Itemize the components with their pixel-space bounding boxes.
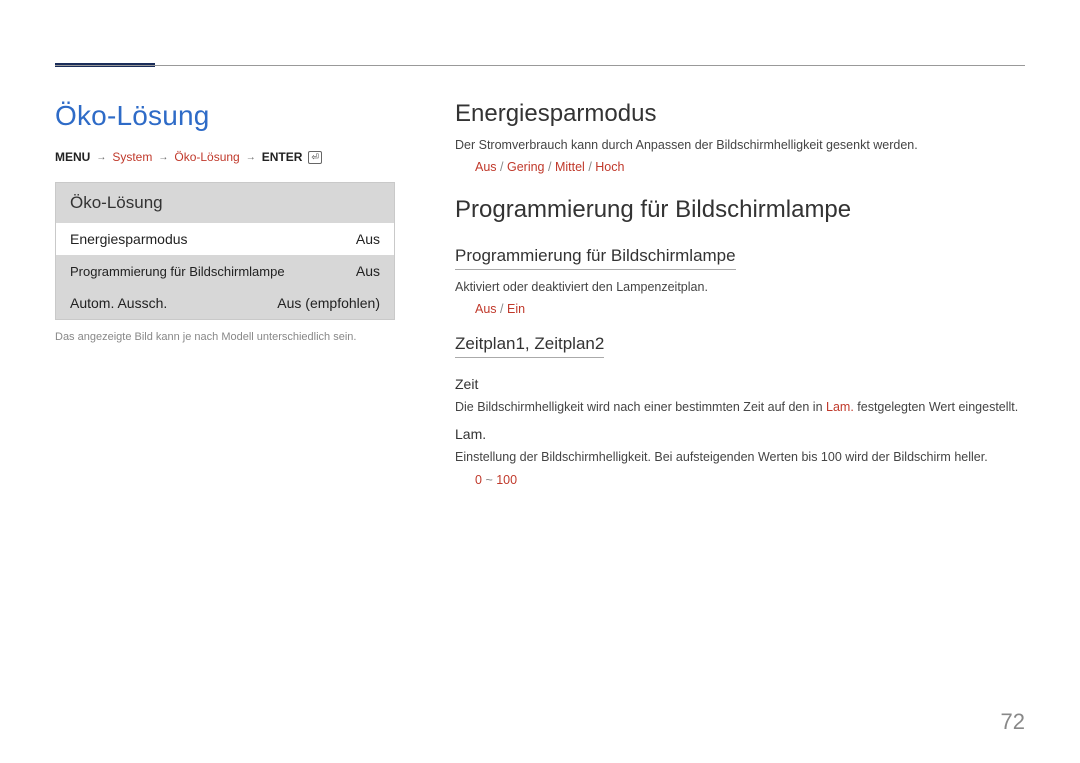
breadcrumb: MENU → System → Öko-Lösung → ENTER ⏎ [55, 150, 395, 164]
option-aus: Aus [475, 160, 497, 174]
arrow-icon: → [158, 152, 168, 163]
desc-zeit-post: festgelegten Wert eingestellt. [854, 400, 1018, 414]
header-rule [55, 65, 1025, 66]
breadcrumb-system: System [112, 150, 152, 164]
image-disclaimer: Das angezeigte Bild kann je nach Modell … [55, 330, 395, 345]
desc-zeit-lam: Lam. [826, 400, 854, 414]
option-gering: Gering [507, 160, 545, 174]
desc-lam: Einstellung der Bildschirmhelligkeit. Be… [455, 448, 1025, 466]
osd-row-value: Aus [356, 263, 380, 279]
arrow-icon: → [96, 152, 106, 163]
option-0: 0 [475, 473, 482, 487]
osd-title: Öko-Lösung [56, 183, 394, 223]
osd-row-value: Aus (empfohlen) [277, 295, 380, 311]
enter-icon: ⏎ [308, 151, 322, 164]
osd-row-bildschirmlampe: Programmierung für Bildschirmlampe Aus [56, 255, 394, 287]
left-column: Öko-Lösung MENU → System → Öko-Lösung → … [55, 100, 395, 491]
options-lam: 0 ~ 100 [455, 473, 1025, 487]
option-sep: / [500, 160, 507, 174]
right-column: Energiesparmodus Der Stromverbrauch kann… [455, 100, 1025, 491]
option-sep: / [548, 160, 555, 174]
option-sep: / [500, 302, 507, 316]
heading-bildschirmlampe: Programmierung für Bildschirmlampe [455, 196, 1025, 224]
options-energiesparmodus: Aus / Gering / Mittel / Hoch [455, 160, 1025, 174]
option-mittel: Mittel [555, 160, 585, 174]
desc-energiesparmodus: Der Stromverbrauch kann durch Anpassen d… [455, 136, 1025, 154]
osd-row-label: Programmierung für Bildschirmlampe [70, 264, 285, 279]
osd-row-label: Energiesparmodus [70, 231, 188, 247]
osd-row-label: Autom. Aussch. [70, 295, 167, 311]
options-bildschirmlampe: Aus / Ein [455, 302, 1025, 316]
subheading-zeitplan: Zeitplan1, Zeitplan2 [455, 334, 604, 358]
subheading-bildschirmlampe: Programmierung für Bildschirmlampe [455, 246, 736, 270]
option-aus: Aus [475, 302, 497, 316]
option-100: 100 [496, 473, 517, 487]
option-hoch: Hoch [595, 160, 624, 174]
breadcrumb-eco: Öko-Lösung [174, 150, 239, 164]
osd-row-value: Aus [356, 231, 380, 247]
option-tilde: ~ [485, 473, 492, 487]
heading-energiesparmodus: Energiesparmodus [455, 100, 1025, 128]
osd-preview: Öko-Lösung Energiesparmodus Aus Programm… [55, 182, 395, 320]
breadcrumb-enter: ENTER [262, 150, 303, 164]
osd-row-energiespar: Energiesparmodus Aus [56, 223, 394, 255]
section-title: Öko-Lösung [55, 100, 395, 132]
desc-zeit: Die Bildschirmhelligkeit wird nach einer… [455, 398, 1025, 416]
desc-bildschirmlampe: Aktiviert oder deaktiviert den Lampenzei… [455, 278, 1025, 296]
option-ein: Ein [507, 302, 525, 316]
manual-page: Öko-Lösung MENU → System → Öko-Lösung → … [0, 0, 1080, 763]
desc-zeit-pre: Die Bildschirmhelligkeit wird nach einer… [455, 400, 826, 414]
subheading-lam: Lam. [455, 426, 1025, 442]
subheading-zeit: Zeit [455, 376, 1025, 392]
content-columns: Öko-Lösung MENU → System → Öko-Lösung → … [55, 100, 1025, 491]
arrow-icon: → [246, 152, 256, 163]
osd-row-autoaussch: Autom. Aussch. Aus (empfohlen) [56, 287, 394, 319]
page-number: 72 [1001, 709, 1025, 735]
breadcrumb-menu: MENU [55, 150, 90, 164]
